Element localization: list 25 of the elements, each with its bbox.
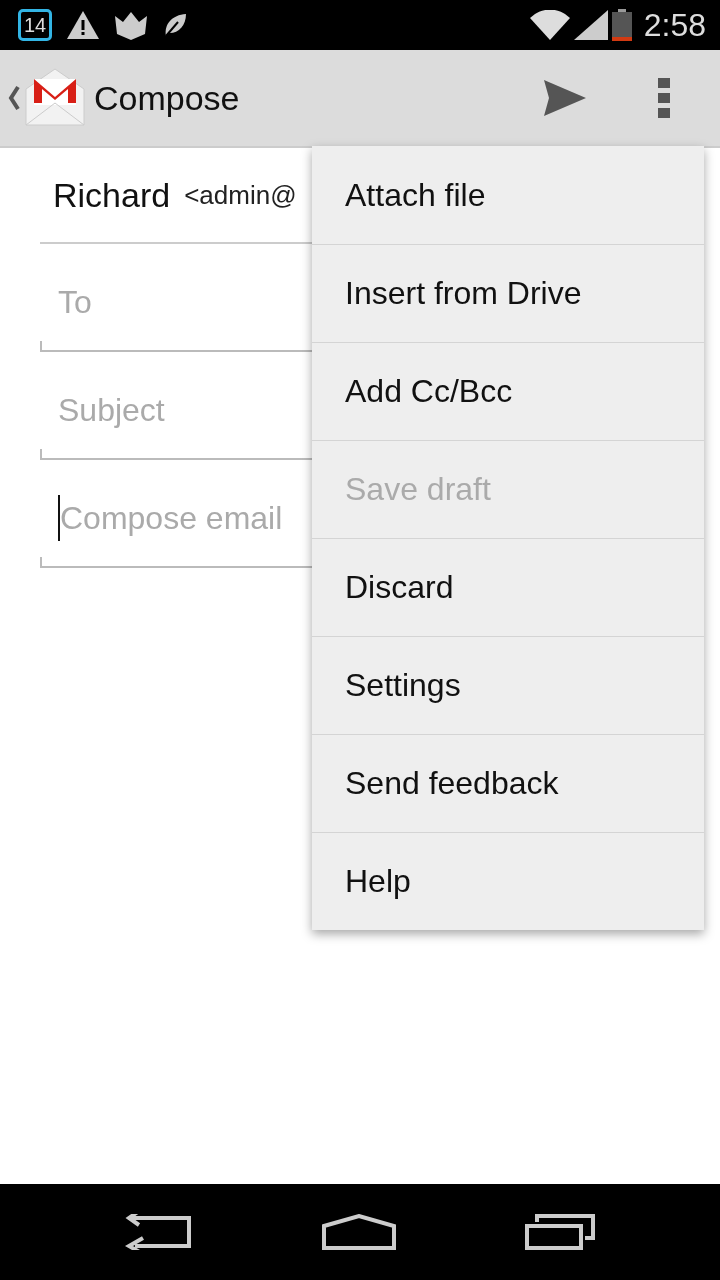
sender-name: Richard <box>53 175 171 215</box>
mail-envelope-icon <box>24 67 86 129</box>
recent-apps-icon[interactable] <box>525 1214 596 1250</box>
calendar-icon: 14 <box>18 9 53 41</box>
menu-item[interactable]: Settings <box>312 636 704 734</box>
overflow-menu-button[interactable] <box>658 78 670 118</box>
warning-icon <box>66 10 101 40</box>
battery-icon <box>611 9 632 41</box>
home-icon[interactable] <box>322 1214 396 1250</box>
wifi-icon <box>529 10 570 40</box>
leaf-icon <box>162 12 189 38</box>
menu-item[interactable]: Discard <box>312 538 704 636</box>
clock-time: 2:58 <box>643 6 706 44</box>
menu-item[interactable]: Insert from Drive <box>312 244 704 342</box>
signal-icon <box>573 10 608 40</box>
screen-title: Compose <box>94 78 241 118</box>
send-button[interactable] <box>544 80 586 116</box>
menu-item[interactable]: Attach file <box>312 146 704 244</box>
sender-address: <admin@ <box>184 179 297 211</box>
back-chevron-icon <box>8 85 20 111</box>
back-icon[interactable] <box>124 1214 193 1250</box>
menu-item[interactable]: Help <box>312 832 704 930</box>
menu-item[interactable]: Add Cc/Bcc <box>312 342 704 440</box>
crown-icon <box>114 10 149 40</box>
menu-item[interactable]: Send feedback <box>312 734 704 832</box>
